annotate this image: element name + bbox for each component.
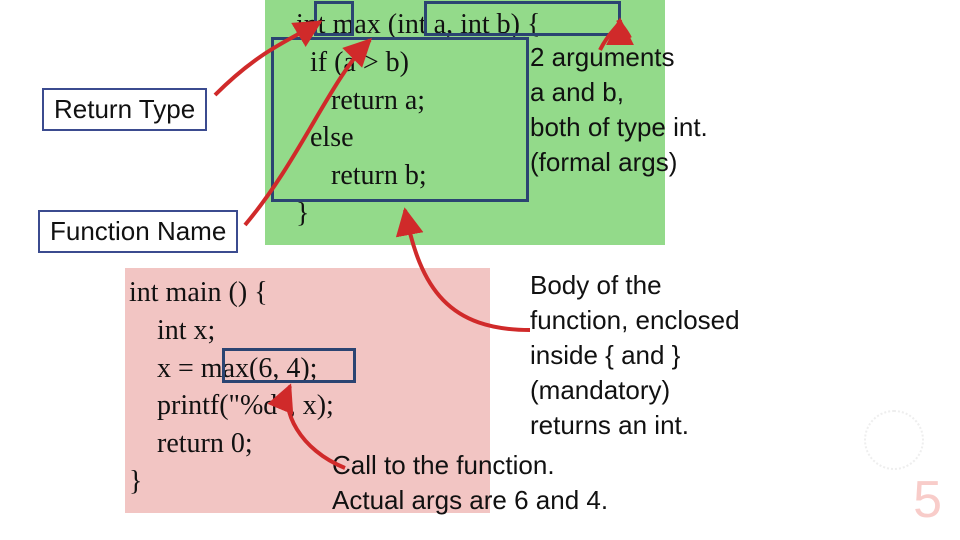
code-line: int main () { [129,274,486,312]
label-function-body: Body of the function, enclosed inside { … [530,268,800,443]
watermark-seal [864,410,924,470]
code-line: int max (int a, int b) { [275,6,655,44]
label-line: (formal args) [530,145,770,180]
label-line: Call to the function. [332,448,692,483]
label-line: a and b, [530,75,770,110]
label-function-call: Call to the function. Actual args are 6 … [332,448,692,518]
label-text: Function Name [50,216,226,246]
slide: int max (int a, int b) { if (a > b) retu… [0,0,960,540]
code-line: } [275,195,655,233]
label-line: returns an int. [530,408,800,443]
label-text: Return Type [54,94,195,124]
code-line: x = max(6, 4); [129,350,486,388]
label-line: both of type int. [530,110,770,145]
label-line: (mandatory) [530,373,800,408]
page-number: 5 [913,470,942,530]
label-line: 2 arguments [530,40,770,75]
code-line: printf("%d", x); [129,387,486,425]
label-line: Body of the [530,268,800,303]
label-line: Actual args are 6 and 4. [332,483,692,518]
code-line: int x; [129,312,486,350]
label-function-name: Function Name [38,210,238,253]
label-line: inside { and } [530,338,800,373]
label-return-type: Return Type [42,88,207,131]
label-arguments: 2 arguments a and b, both of type int. (… [530,40,770,180]
label-line: function, enclosed [530,303,800,338]
